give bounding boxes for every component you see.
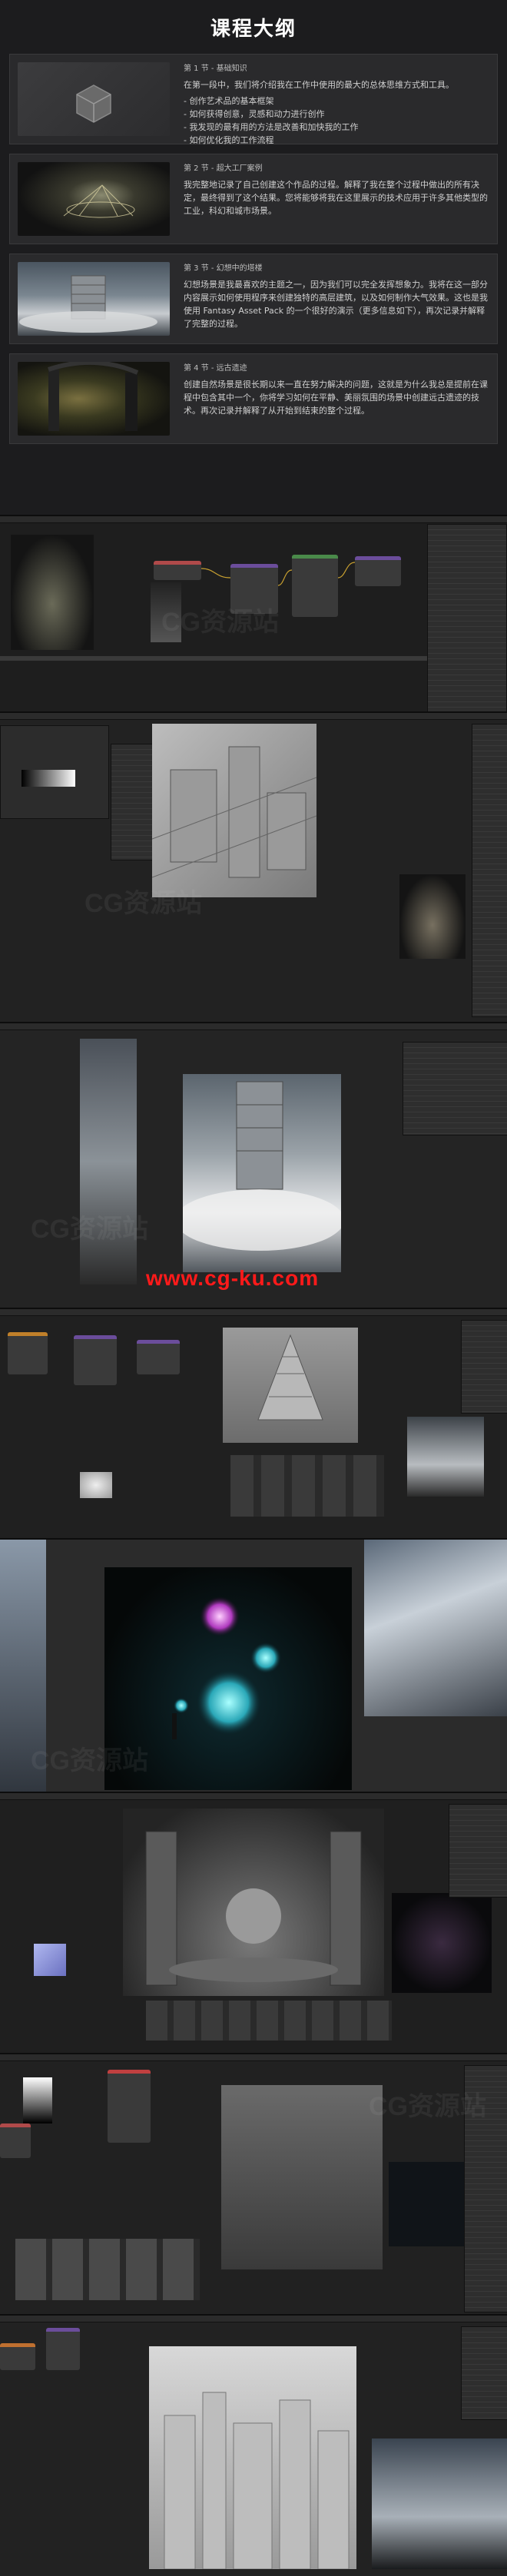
- section-2-number: 第 2 节 - 超大工厂案例: [184, 164, 263, 173]
- section-1-number: 第 1 节 - 基础知识: [184, 65, 247, 73]
- screenshot-tower-nodes: [0, 1308, 507, 1540]
- section-1-text: 第 1 节 - 基础知识 在第一段中，我们将介绍我在工作中使用的最大的总体思维方…: [170, 62, 454, 145]
- watermark-small: CG资源站: [369, 2092, 486, 2121]
- ruins-thumbnail-art: [48, 362, 139, 431]
- outliner-panel: [472, 724, 507, 1017]
- section-3-text: 第 3 节 - 幻想中的塔楼 幻想场景是我最喜欢的主题之一，因为我们可以完全发挥…: [170, 262, 489, 336]
- page-title: 课程大纲: [210, 17, 297, 41]
- screenshot-city-nodes: CG资源站: [0, 2053, 507, 2316]
- main-render-image[interactable]: [175, 1074, 344, 1272]
- color-ramp-panel: [23, 2077, 52, 2123]
- section-4-text: 第 4 节 - 远古遗迹 创建自然场景是很长期以来一直在努力解决的问题，这就是为…: [170, 362, 489, 436]
- watermark-small: CG资源站: [31, 1746, 148, 1775]
- list-item: - 如何优化我的工作流程: [184, 135, 274, 145]
- properties-panel: [403, 1042, 507, 1135]
- screenshot-temple-modeling: [0, 1792, 507, 2054]
- preview-swatch: [80, 1472, 112, 1498]
- cube-icon: [76, 85, 111, 123]
- outliner-panel: [427, 524, 507, 713]
- modifier-panel: [111, 744, 154, 860]
- list-item: - 我发现的最有用的方法是改善和加快我的工作: [184, 122, 359, 132]
- viewport-3d[interactable]: [151, 724, 317, 897]
- list-item: - 创作艺术品的基本框架: [184, 96, 274, 106]
- site-watermark-url: www.cg-ku.com: [146, 1266, 320, 1290]
- material-swatch: [34, 1944, 66, 1976]
- page-header: 课程大纲: [0, 0, 507, 54]
- shader-node[interactable]: [46, 2328, 80, 2370]
- reference-image: [392, 1893, 492, 1993]
- tower-model: [257, 1334, 323, 1421]
- sky-reference: [372, 2438, 507, 2569]
- tower-art: [175, 1081, 344, 1251]
- asset-browser: [146, 2001, 392, 2041]
- list-item: - 如何获得创意，灵感和动力进行创作: [184, 109, 325, 119]
- section-3-thumbnail: [18, 262, 170, 336]
- shader-node[interactable]: [137, 1340, 180, 1374]
- section-4-description: 创建自然场景是很长期以来一直在努力解决的问题，这就是为什么我总是提前在课程中包含…: [184, 380, 488, 416]
- outliner-panel: [461, 2326, 507, 2420]
- timeline-bar: [0, 656, 427, 661]
- watermark-small: CG资源站: [161, 608, 279, 637]
- building-wireframe: [151, 746, 317, 878]
- course-outline: 第 1 节 - 基础知识 在第一段中，我们将介绍我在工作中使用的最大的总体思维方…: [0, 54, 507, 444]
- viewport-3d[interactable]: [123, 1809, 384, 1996]
- temple-model: [145, 1831, 362, 1986]
- top-menubar: [0, 2316, 507, 2322]
- shader-node[interactable]: [108, 2070, 151, 2143]
- mountain-reference: [364, 1540, 507, 1716]
- outliner-panel: [449, 1804, 507, 1898]
- top-menubar: [0, 713, 507, 720]
- screenshot-node-editor: CG资源站: [0, 515, 507, 713]
- shader-node[interactable]: [74, 1335, 117, 1385]
- section-4-number: 第 4 节 - 远古遗迹: [184, 364, 247, 373]
- section-4-card: 第 4 节 - 远古遗迹 创建自然场景是很长期以来一直在努力解决的问题，这就是为…: [9, 353, 498, 444]
- asset-browser: [15, 2239, 200, 2300]
- shader-node[interactable]: [8, 1332, 48, 1374]
- top-menubar: [0, 1023, 507, 1030]
- asset-browser: [230, 1455, 384, 1517]
- side-reference-image: [80, 1039, 137, 1285]
- section-4-thumbnail: [18, 362, 170, 436]
- section-1-list: - 创作艺术品的基本框架 - 如何获得创意，灵感和动力进行创作 - 我发现的最有…: [184, 94, 454, 147]
- city-model: [164, 2392, 350, 2570]
- section-3-description: 幻想场景是我最喜欢的主题之一，因为我们可以完全发挥想象力。我将在这一部分内容展示…: [184, 280, 488, 329]
- section-2-card: 第 2 节 - 超大工厂案例 我完整地记录了自己创建这个作品的过程。解释了我在整…: [9, 154, 498, 244]
- watermark-small: CG资源站: [31, 1215, 148, 1244]
- viewport-3d[interactable]: [221, 2085, 383, 2269]
- section-3-card: 第 3 节 - 幻想中的塔楼 幻想场景是我最喜欢的主题之一，因为我们可以完全发挥…: [9, 254, 498, 344]
- reference-image: [407, 1417, 484, 1497]
- city-reference: [389, 2162, 466, 2246]
- section-2-text: 第 2 节 - 超大工厂案例 我完整地记录了自己创建这个作品的过程。解释了我在整…: [170, 162, 489, 236]
- outliner-panel: [461, 1320, 507, 1414]
- shader-node[interactable]: [0, 2343, 35, 2370]
- section-3-number: 第 3 节 - 幻想中的塔楼: [184, 264, 263, 273]
- screenshot-orbs-render: CG资源站: [0, 1538, 507, 1793]
- shader-node[interactable]: [0, 2123, 31, 2158]
- viewport-3d[interactable]: [149, 2346, 356, 2570]
- top-menubar: [0, 1309, 507, 1316]
- section-1-description: 在第一段中，我们将介绍我在工作中使用的最大的总体思维方式和工具。: [184, 80, 454, 90]
- viewport-3d[interactable]: [223, 1328, 358, 1443]
- top-menubar: [0, 2054, 507, 2061]
- tower-thumbnail-art: [19, 275, 157, 333]
- section-2-thumbnail: [18, 162, 170, 236]
- factory-thumbnail-art: [63, 184, 135, 218]
- screenshot-city-render: [0, 2314, 507, 2576]
- watermark-small: CG资源站: [84, 889, 202, 918]
- section-1-thumbnail: [18, 62, 170, 136]
- gradient-swatch: [22, 770, 75, 787]
- section-2-description: 我完整地记录了自己创建这个作品的过程。解释了我在整个过程中做出的所有决定，最终得…: [184, 180, 488, 216]
- reference-image: [399, 874, 466, 959]
- screenshot-modeling: CG资源站: [0, 711, 507, 1023]
- top-menubar: [0, 1793, 507, 1800]
- section-1-card: 第 1 节 - 基础知识 在第一段中，我们将介绍我在工作中使用的最大的总体思维方…: [9, 54, 498, 145]
